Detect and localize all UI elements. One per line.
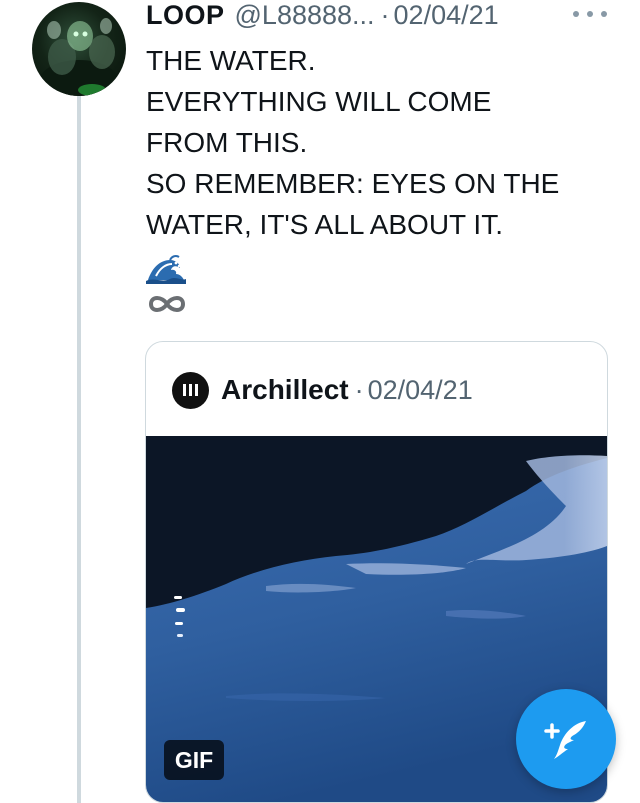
tweet-text-line: THE WATER. (146, 45, 316, 76)
infinity-emoji (146, 292, 188, 316)
quoted-user-avatar[interactable] (172, 371, 209, 409)
thread-connector-line (77, 96, 81, 803)
water-wave-emoji (146, 250, 186, 284)
gif-badge: GIF (164, 740, 224, 780)
header-separator: · (380, 0, 390, 30)
quoted-header-separator: · (354, 374, 364, 405)
tweet-text-line: FROM THIS. (146, 127, 308, 158)
tweet-text-line: SO REMEMBER: EYES ON THE (146, 168, 560, 199)
compose-tweet-icon (544, 721, 586, 759)
quoted-tweet-date[interactable]: 02/04/21 (368, 375, 473, 406)
compose-tweet-button[interactable] (516, 689, 616, 789)
display-name[interactable]: LOOP (146, 0, 225, 31)
tweet-text-line: WATER, IT'S ALL ABOUT IT. (146, 209, 503, 240)
tweet-text-line: EVERYTHING WILL COME (146, 86, 492, 117)
tweet-date[interactable]: 02/04/21 (394, 0, 499, 31)
quoted-tweet-header: Archillect · 02/04/21 (172, 370, 473, 410)
more-horizontal-icon[interactable] (573, 4, 607, 24)
quoted-display-name[interactable]: Archillect (221, 374, 349, 406)
user-handle[interactable]: @L88888... (235, 0, 375, 31)
tweet-text: THE WATER. EVERYTHING WILL COME FROM THI… (146, 40, 616, 245)
tweet-header: LOOP @L88888... · 02/04/21 (146, 0, 499, 30)
user-avatar[interactable] (32, 2, 126, 96)
tweet[interactable]: LOOP @L88888... · 02/04/21 THE WATER. EV… (0, 0, 640, 803)
